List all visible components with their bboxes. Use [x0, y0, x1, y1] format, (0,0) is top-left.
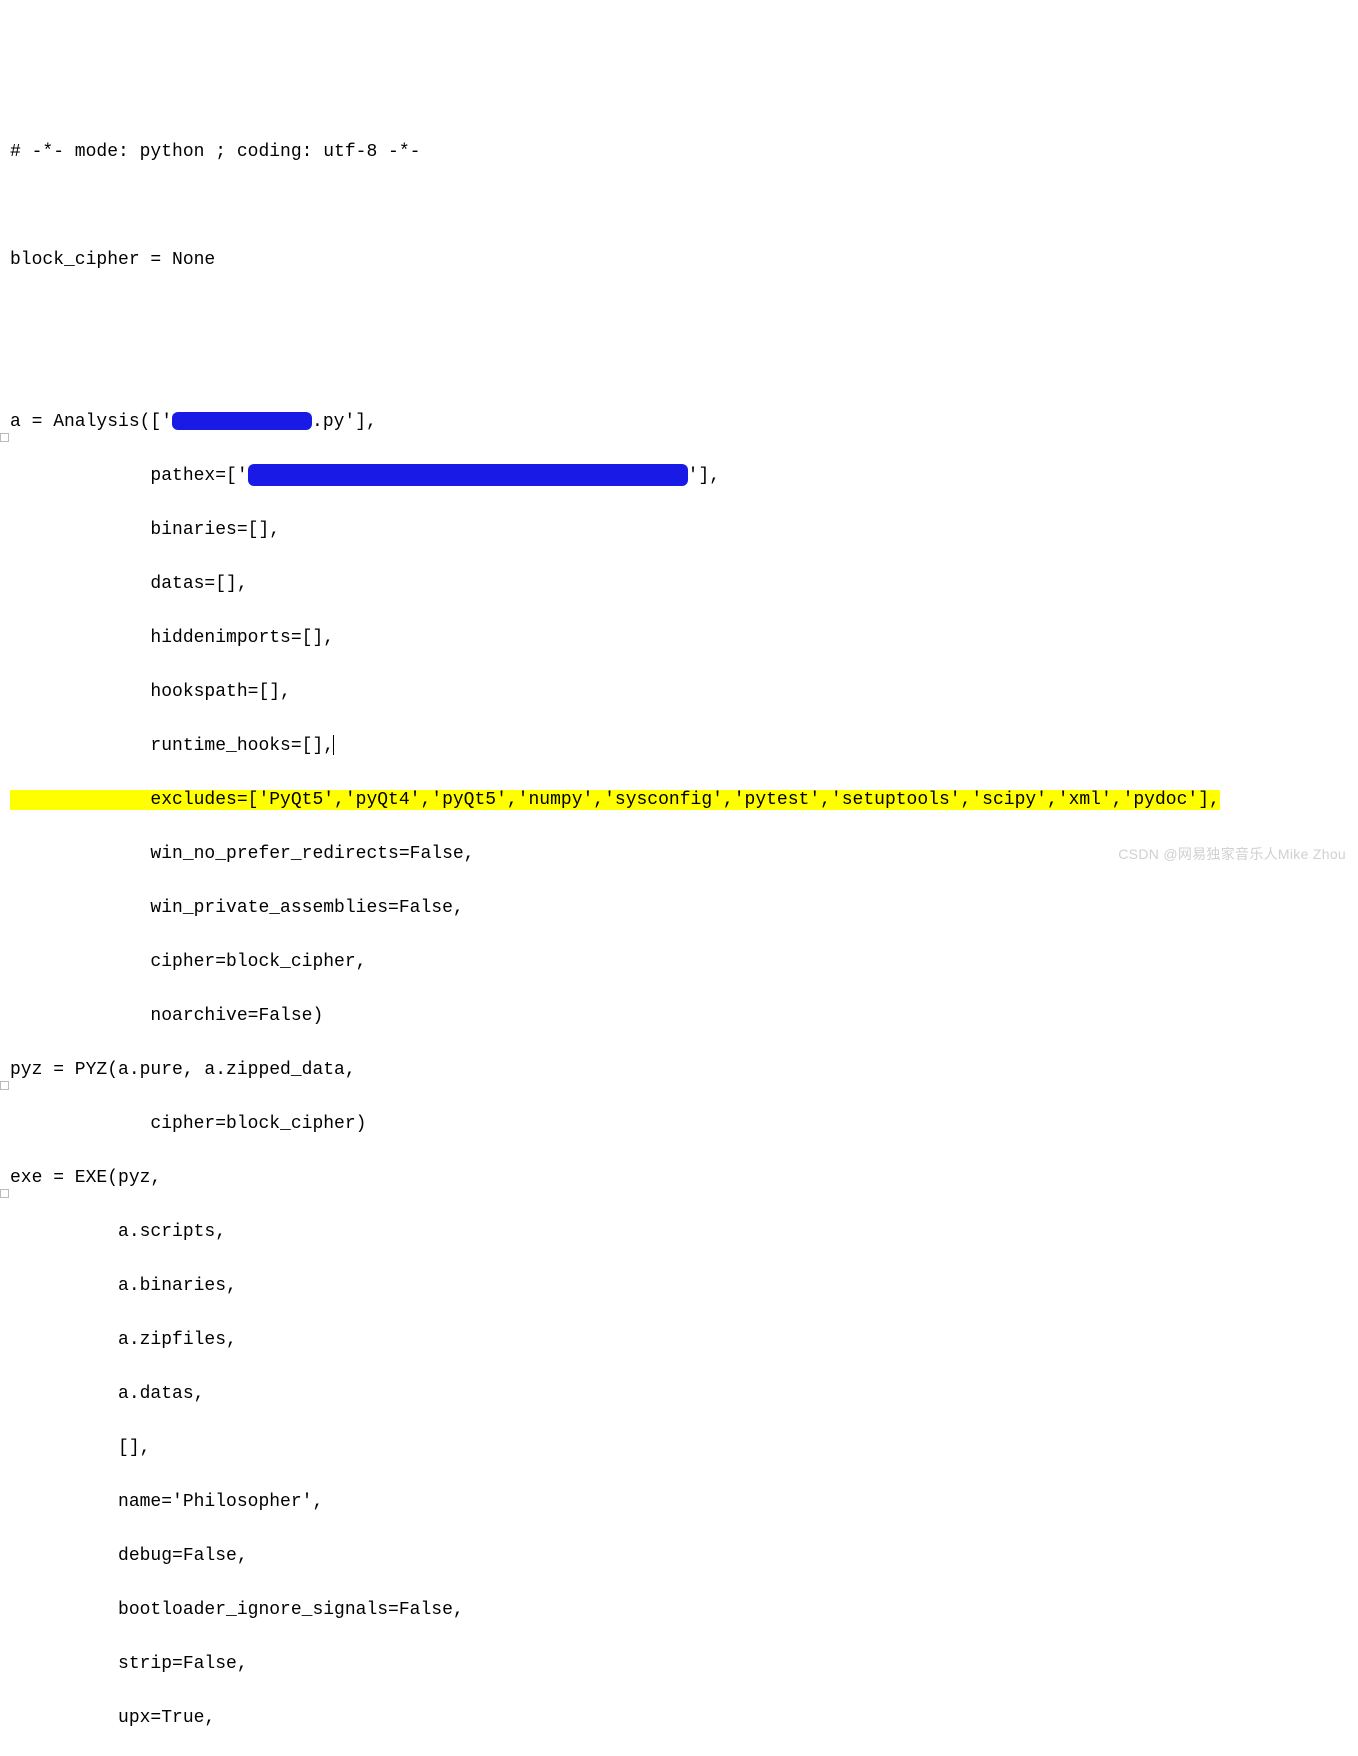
- code-text: '],: [688, 466, 720, 486]
- code-line: a.scripts,: [10, 1219, 1348, 1246]
- code-text: a = Analysis([': [10, 412, 172, 432]
- code-line: win_private_assemblies=False,: [10, 895, 1348, 922]
- code-line: [10, 301, 1348, 328]
- code-line: pathex=[' '],: [10, 463, 1348, 490]
- code-line: hookspath=[],: [10, 679, 1348, 706]
- code-text: runtime_hooks=[],: [10, 736, 334, 756]
- code-line: cipher=block_cipher): [10, 1111, 1348, 1138]
- code-text: .py'],: [312, 412, 377, 432]
- watermark-text: CSDN @网易独家音乐人Mike Zhou: [1118, 841, 1346, 868]
- code-block: # -*- mode: python ; coding: utf-8 -*- b…: [0, 108, 1358, 1756]
- code-line: exe = EXE(pyz,: [10, 1165, 1348, 1192]
- code-line: [10, 355, 1348, 382]
- code-line: a = Analysis([' .py'],: [10, 409, 1348, 436]
- code-line: noarchive=False): [10, 1003, 1348, 1030]
- code-line-highlighted: excludes=['PyQt5','pyQt4','pyQt5','numpy…: [10, 787, 1348, 814]
- code-line: a.datas,: [10, 1381, 1348, 1408]
- code-text: pyz = PYZ(a.pure, a.zipped_data,: [10, 1060, 356, 1080]
- code-line: upx=True,: [10, 1705, 1348, 1732]
- code-text: exe = EXE(pyz,: [10, 1168, 161, 1188]
- code-line: bootloader_ignore_signals=False,: [10, 1597, 1348, 1624]
- code-line: debug=False,: [10, 1543, 1348, 1570]
- code-line: cipher=block_cipher,: [10, 949, 1348, 976]
- code-line: pyz = PYZ(a.pure, a.zipped_data,: [10, 1057, 1348, 1084]
- code-line: runtime_hooks=[],: [10, 733, 1348, 760]
- code-line: block_cipher = None: [10, 247, 1348, 274]
- code-line: a.zipfiles,: [10, 1327, 1348, 1354]
- redaction-bar: [248, 464, 688, 486]
- highlight: excludes=['PyQt5','pyQt4','pyQt5','numpy…: [10, 790, 1220, 810]
- code-line: [10, 193, 1348, 220]
- code-line: # -*- mode: python ; coding: utf-8 -*-: [10, 139, 1348, 166]
- text-cursor: [333, 735, 334, 755]
- code-line: [],: [10, 1435, 1348, 1462]
- code-text: pathex=[': [10, 466, 248, 486]
- code-line: datas=[],: [10, 571, 1348, 598]
- code-line: strip=False,: [10, 1651, 1348, 1678]
- code-line: hiddenimports=[],: [10, 625, 1348, 652]
- code-line: binaries=[],: [10, 517, 1348, 544]
- code-line: name='Philosopher',: [10, 1489, 1348, 1516]
- redaction-bar: [172, 412, 312, 430]
- code-line: a.binaries,: [10, 1273, 1348, 1300]
